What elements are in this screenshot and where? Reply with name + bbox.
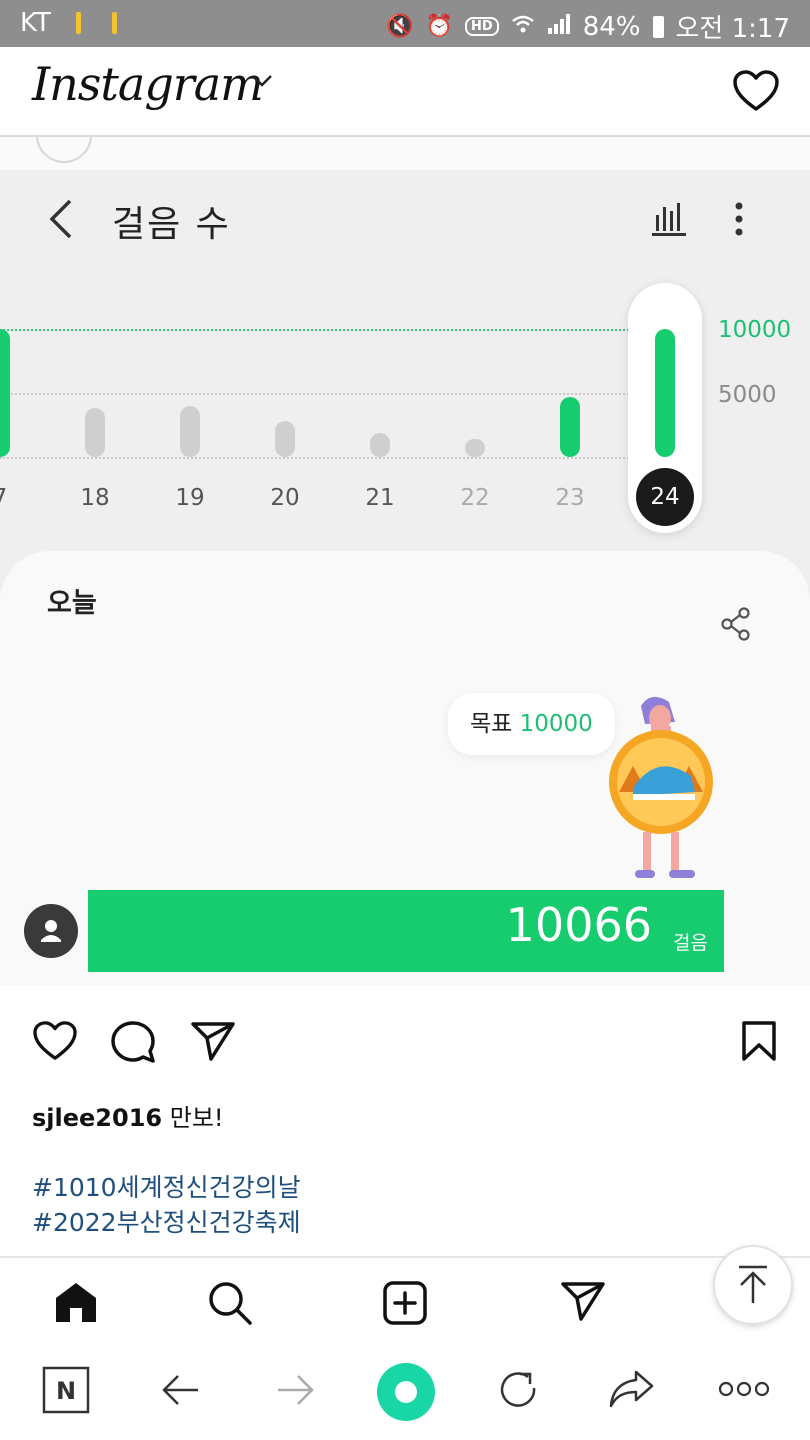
carrier-label: KT (20, 8, 51, 38)
share-forward-icon[interactable] (608, 1366, 656, 1416)
steps-progress-bar: 10066 걸음 (88, 890, 724, 972)
post-image: 걸음 수 10000 5000 7 18 19 20 21 22 23 24 오늘 목표 1… (0, 137, 810, 985)
search-icon[interactable] (206, 1280, 254, 1330)
forward-arrow-icon[interactable] (274, 1366, 316, 1418)
alarm-icon: ⏰ (425, 14, 454, 39)
achievement-figure-icon (605, 692, 725, 892)
goal-gridline (0, 329, 640, 331)
x-tick-label[interactable]: 19 (160, 485, 220, 511)
avatar (24, 904, 78, 958)
comment-icon[interactable] (110, 1020, 156, 1068)
browser-toolbar: N (0, 1344, 810, 1440)
back-arrow-icon[interactable] (160, 1366, 202, 1418)
gridline (0, 393, 640, 395)
hd-icon: HD (465, 17, 499, 36)
green-dot-icon[interactable] (376, 1362, 436, 1426)
bookmark-icon[interactable] (740, 1020, 778, 1066)
hashtag-link[interactable]: #2022부산정신건강축제 (32, 1203, 301, 1239)
battery-percent: 84% (582, 11, 641, 42)
chart-bar[interactable] (370, 432, 390, 457)
signal-icon (547, 12, 571, 42)
today-label: 오늘 (47, 588, 97, 619)
chart-bar[interactable] (465, 439, 485, 457)
more-icon[interactable] (718, 1380, 770, 1402)
x-tick-label[interactable]: 23 (540, 485, 600, 511)
hashtag-link[interactable]: #1010세계정신건강의날 (32, 1168, 301, 1204)
caption-text: 만보! (169, 1104, 224, 1132)
notification-icon (76, 12, 81, 34)
x-tick-label[interactable]: 22 (445, 485, 505, 511)
like-heart-icon[interactable] (32, 1020, 78, 1066)
goal-prefix: 목표 (470, 711, 513, 737)
back-icon[interactable] (44, 197, 76, 245)
selected-day-label[interactable]: 24 (636, 468, 694, 526)
post-username[interactable]: sjlee2016 (32, 1104, 162, 1132)
x-tick-label[interactable]: 7 (0, 485, 30, 511)
more-vertical-icon[interactable] (732, 201, 746, 241)
home-icon[interactable] (52, 1280, 100, 1328)
avatar (36, 137, 92, 163)
gridline (0, 457, 640, 459)
x-tick-label[interactable]: 21 (350, 485, 410, 511)
x-tick-label[interactable]: 20 (255, 485, 315, 511)
notification-icon (112, 12, 117, 34)
send-icon[interactable] (190, 1020, 236, 1066)
chart-bar[interactable] (180, 405, 200, 457)
steps-unit: 걸음 (673, 932, 708, 954)
instagram-header: Instagram (0, 47, 810, 137)
naver-icon[interactable]: N (42, 1366, 90, 1418)
page-title: 걸음 수 (112, 204, 231, 245)
chart-bar[interactable] (560, 396, 580, 457)
chevron-down-icon[interactable] (250, 73, 274, 93)
share-icon[interactable] (720, 607, 752, 645)
clock: 오전 1:17 (675, 14, 791, 44)
instagram-bottom-nav (0, 1256, 810, 1346)
goal-bubble: 목표 10000 (448, 693, 615, 755)
chart-bar[interactable] (0, 329, 10, 457)
chart-bar[interactable] (655, 329, 675, 457)
post-caption: sjlee2016 만보! (32, 1098, 224, 1133)
status-bar: KT 🔇 ⏰ HD 84% 오전 1:17 (0, 0, 810, 47)
battery-icon (652, 15, 664, 38)
direct-message-icon[interactable] (560, 1280, 606, 1326)
bar-chart-icon[interactable] (650, 199, 690, 243)
heart-icon[interactable] (732, 69, 780, 117)
chart-bar[interactable] (85, 408, 105, 457)
mute-icon: 🔇 (386, 14, 414, 39)
status-right: 🔇 ⏰ HD 84% 오전 1:17 (386, 8, 790, 45)
create-post-icon[interactable] (382, 1280, 428, 1330)
instagram-logo[interactable]: Instagram (32, 57, 264, 111)
chart-bar[interactable] (275, 421, 295, 457)
scroll-to-top-button[interactable] (713, 1245, 793, 1325)
naver-label: N (56, 1377, 76, 1405)
y-tick-label: 5000 (718, 382, 777, 408)
steps-value: 10066 (505, 898, 652, 952)
y-tick-label: 10000 (718, 317, 792, 343)
wifi-icon (511, 14, 535, 40)
refresh-icon[interactable] (496, 1366, 540, 1418)
x-tick-label[interactable]: 18 (65, 485, 125, 511)
goal-value: 10000 (519, 711, 593, 737)
previous-post-strip (0, 137, 810, 170)
